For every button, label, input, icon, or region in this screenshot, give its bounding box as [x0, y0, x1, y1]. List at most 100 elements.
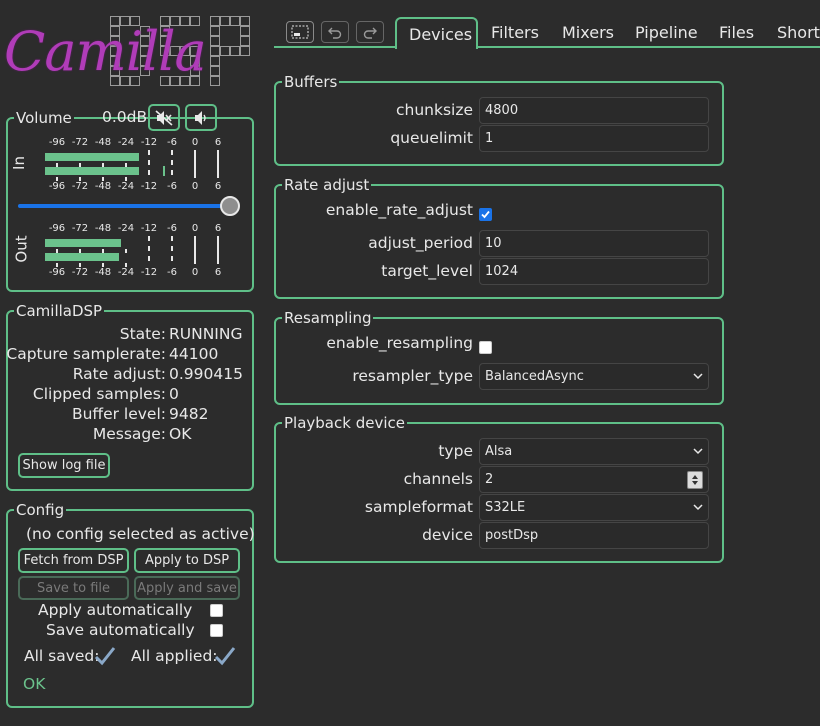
- meter-scale-tick: [79, 177, 81, 181]
- out-bottom-tick-label: -48: [94, 267, 112, 278]
- status-value: 0.990415: [169, 365, 243, 383]
- tab-files[interactable]: Files: [719, 17, 754, 47]
- out-top-tick-label: 6: [214, 223, 222, 234]
- sampleformat-select[interactable]: S32LE: [479, 494, 709, 521]
- meter-scale-tick: [125, 263, 127, 267]
- meter-scale-tick: [125, 249, 127, 253]
- tab-devices[interactable]: Devices: [395, 17, 478, 49]
- apply-and-save-button[interactable]: Apply and save: [134, 576, 240, 600]
- tab-mixers[interactable]: Mixers: [562, 17, 614, 47]
- meter-scale-tick: [79, 163, 81, 167]
- unmute-button[interactable]: [185, 104, 217, 131]
- resampler-type-select[interactable]: BalancedAsync: [479, 363, 709, 390]
- meter-scale-tick: [102, 163, 104, 167]
- chevron-down-icon: [693, 504, 703, 511]
- in-top-tick-label: -48: [94, 137, 112, 148]
- checkmark-icon: [481, 210, 490, 219]
- save-automatically-checkbox[interactable]: [210, 624, 223, 637]
- in-bottom-tick-label: -96: [48, 181, 66, 192]
- playback-device-legend: Playback device: [284, 414, 405, 432]
- enable-resampling-checkbox[interactable]: [479, 341, 492, 354]
- tab-pipeline[interactable]: Pipeline: [635, 17, 698, 47]
- volume-slider-track[interactable]: [18, 204, 232, 208]
- status-value: RUNNING: [169, 325, 243, 343]
- in-bottom-tick-label: -48: [94, 181, 112, 192]
- out-bottom-tick-label: -72: [71, 267, 89, 278]
- device-input[interactable]: postDsp: [479, 522, 709, 549]
- chevron-down-icon: [693, 373, 703, 380]
- channels-input[interactable]: 2: [479, 466, 709, 493]
- out-top-tick-label: -6: [167, 223, 177, 234]
- undo-icon: [328, 27, 342, 39]
- logo-text: Camilla: [4, 20, 207, 83]
- resampling-panel: Resampling: [274, 310, 724, 405]
- meter-dash: [148, 246, 150, 251]
- status-label: Capture samplerate:: [6, 345, 166, 363]
- meter-dash: [171, 236, 173, 241]
- in-top-tick-label: -6: [167, 137, 177, 148]
- target-level-input[interactable]: 1024: [479, 258, 709, 285]
- out-top-tick-label: -72: [71, 223, 89, 234]
- out-top-tick-label: -12: [140, 223, 158, 234]
- adjust-period-input[interactable]: 10: [479, 230, 709, 257]
- enable-rate-adjust-checkbox[interactable]: [479, 208, 492, 221]
- buffers-legend: Buffers: [284, 73, 338, 91]
- meter-dash: [171, 160, 173, 165]
- playback-type-select[interactable]: Alsa: [479, 438, 709, 465]
- apply-automatically-checkbox[interactable]: [210, 604, 223, 617]
- save-to-file-button[interactable]: Save to file: [18, 576, 129, 600]
- tab-filters[interactable]: Filters: [491, 17, 539, 47]
- in-meter-label-wrap: In: [10, 136, 42, 192]
- meter-scale-tick: [125, 177, 127, 181]
- undo-button[interactable]: [321, 21, 349, 43]
- apply-to-dsp-button[interactable]: Apply to DSP: [134, 548, 240, 573]
- status-value: 9482: [169, 405, 209, 423]
- target-level-label: target_level: [381, 262, 473, 280]
- config-ok-message: OK: [23, 675, 46, 693]
- meter-scale-tick: [102, 177, 104, 181]
- meter-scale-tick: [56, 249, 58, 253]
- camilladsp-logo: Camilla: [0, 0, 270, 104]
- out-meter-label-wrap: Out: [13, 222, 42, 278]
- in-level-bar-left: [45, 153, 139, 161]
- config-status: (no config selected as active): [26, 525, 255, 543]
- meter-scale-tick: [79, 249, 81, 253]
- playback-type-label: type: [438, 442, 473, 460]
- in-peak-marker: [163, 166, 165, 176]
- select-area-icon: [291, 25, 309, 39]
- meter-zero-line: [194, 150, 196, 178]
- status-value: 0: [169, 385, 179, 403]
- in-top-tick-label: -72: [71, 137, 89, 148]
- queuelimit-input[interactable]: 1: [479, 125, 709, 152]
- sampleformat-label: sampleformat: [364, 498, 473, 516]
- out-level-bar-right: [45, 253, 119, 261]
- resampler-type-value: BalancedAsync: [485, 369, 584, 384]
- tab-shortcuts[interactable]: Shortcuts: [777, 17, 820, 47]
- all-saved-label: All saved:: [24, 647, 100, 665]
- meter-dash: [148, 256, 150, 261]
- channels-stepper[interactable]: [687, 470, 703, 489]
- fetch-from-dsp-button[interactable]: Fetch from DSP: [18, 548, 129, 573]
- device-label: device: [422, 526, 473, 544]
- channels-label: channels: [403, 470, 473, 488]
- show-log-button[interactable]: Show log file: [18, 453, 110, 478]
- volume-slider-thumb[interactable]: [220, 196, 240, 216]
- select-area-button[interactable]: [286, 21, 314, 43]
- out-top-tick-label: -24: [117, 223, 135, 234]
- meter-dash: [148, 170, 150, 175]
- rate-adjust-legend: Rate adjust: [284, 176, 370, 194]
- in-top-tick-label: -12: [140, 137, 158, 148]
- stepper-arrows-icon: [692, 474, 698, 485]
- chunksize-input[interactable]: 4800: [479, 97, 709, 124]
- out-bottom-tick-label: -24: [117, 267, 135, 278]
- in-bottom-tick-label: 6: [214, 181, 222, 192]
- status-value: 44100: [169, 345, 219, 363]
- meter-scale-tick: [102, 263, 104, 267]
- mute-button[interactable]: [148, 104, 180, 131]
- meter-scale-tick: [125, 163, 127, 167]
- redo-button[interactable]: [356, 21, 384, 43]
- applied-check-icon: [214, 647, 236, 666]
- status-label: Buffer level:: [71, 405, 166, 423]
- in-top-tick-label: 0: [191, 137, 199, 148]
- in-top-tick-label: -96: [48, 137, 66, 148]
